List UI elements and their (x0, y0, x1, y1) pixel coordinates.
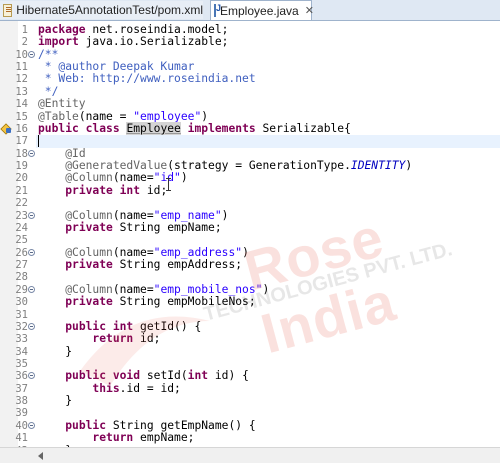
line-number: 11 (15, 61, 28, 74)
fold-toggle-icon[interactable] (28, 248, 35, 256)
tab-employee-java[interactable]: Employee.java ✕ (210, 0, 314, 20)
fold-toggle-icon[interactable] (28, 211, 35, 219)
line-number: 21 (15, 184, 28, 197)
fold-toggle-icon[interactable] (28, 50, 35, 58)
line-number: 1 (21, 24, 28, 36)
fold-toggle-icon[interactable] (28, 322, 35, 330)
line-number: 16 (15, 122, 28, 135)
fold-toggle-icon[interactable] (28, 421, 35, 429)
line-number: 13 (15, 85, 28, 98)
editor-tab-bar: Hibernate5AnnotationTest/pom.xml Employe… (0, 0, 500, 21)
code-line[interactable]: 2 import java.io.Serializable; (0, 35, 500, 49)
java-file-icon (214, 3, 221, 17)
code-line[interactable]: 27 private String empAddress; (0, 258, 500, 272)
line-number: 31 (15, 308, 28, 321)
line-number: 20 (15, 172, 28, 185)
line-number: 40 (15, 419, 28, 432)
tab-label: Employee.java (220, 3, 299, 18)
line-number: 23 (15, 209, 28, 222)
line-number: 10 (15, 48, 28, 61)
line-number: 39 (15, 407, 28, 420)
scroll-left-icon[interactable] (38, 452, 43, 460)
line-number: 25 (15, 234, 28, 247)
code-line[interactable]: 33 return id; (0, 332, 500, 346)
code-text: return id; (92, 332, 161, 346)
code-text: private String empAddress; (65, 258, 243, 272)
warning-marker-icon[interactable] (1, 123, 12, 134)
line-number: 22 (15, 197, 28, 210)
line-number: 36 (15, 370, 28, 383)
code-text: } (38, 394, 73, 408)
line-number: 2 (21, 36, 28, 49)
line-number: 27 (15, 259, 28, 272)
line-number: 33 (15, 333, 28, 346)
code-text: } (38, 344, 73, 358)
code-text: private String empName; (65, 220, 222, 234)
line-number: 29 (15, 283, 28, 296)
line-number: 15 (15, 110, 28, 123)
text-cursor-icon (166, 178, 171, 191)
line-number: 14 (15, 98, 28, 111)
code-text: public void setId(int id) { (65, 369, 249, 383)
line-number: 34 (15, 345, 28, 358)
line-number: 30 (15, 296, 28, 309)
line-number: 24 (15, 221, 28, 234)
fold-toggle-icon[interactable] (28, 149, 35, 157)
code-editor[interactable]: 1 package net.roseindia.model; 2 import jav… (0, 21, 500, 462)
line-number: 35 (15, 357, 28, 370)
code-line[interactable]: 41 return empName; (0, 431, 500, 445)
code-line[interactable]: 34 } (0, 344, 500, 358)
code-line[interactable]: 16 public class Employee implements Seria… (0, 121, 500, 135)
line-number: 37 (15, 382, 28, 395)
line-number: 17 (15, 135, 28, 148)
code-text: private int id; (65, 183, 168, 197)
xml-file-icon (3, 3, 13, 17)
close-icon[interactable]: ✕ (305, 4, 314, 17)
line-number: 19 (15, 160, 28, 173)
code-line[interactable]: 37 this.id = id; (0, 382, 500, 395)
tab-label: Hibernate5AnnotationTest/pom.xml (16, 3, 203, 17)
line-number: 26 (15, 246, 28, 259)
line-number: 12 (15, 73, 28, 86)
code-line[interactable]: 38 } (0, 394, 500, 408)
code-text: * Web: http://www.roseindia.net (38, 72, 256, 86)
code-text: private String empMobileNos; (65, 295, 256, 309)
line-number: 28 (15, 271, 28, 284)
horizontal-scrollbar[interactable] (0, 447, 500, 463)
code-text: public class Employee implements Seriali… (38, 121, 351, 135)
line-number: 32 (15, 320, 28, 333)
line-number: 38 (15, 395, 28, 408)
line-number: 18 (15, 147, 28, 160)
code-line[interactable]: 24 private String empName; (0, 220, 500, 234)
fold-toggle-icon[interactable] (28, 285, 35, 293)
fold-toggle-icon[interactable] (28, 372, 35, 380)
code-line[interactable]: 21 private int id; (0, 183, 500, 197)
line-number: 41 (15, 432, 28, 445)
tab-pom-xml[interactable]: Hibernate5AnnotationTest/pom.xml (0, 1, 203, 19)
code-line[interactable]: 12 * Web: http://www.roseindia.net (0, 72, 500, 86)
code-text: return empName; (92, 431, 195, 445)
code-text: import java.io.Serializable; (38, 35, 229, 49)
code-line[interactable]: 36 public void setId(int id) { (0, 369, 500, 383)
code-line[interactable]: 30 private String empMobileNos; (0, 295, 500, 309)
